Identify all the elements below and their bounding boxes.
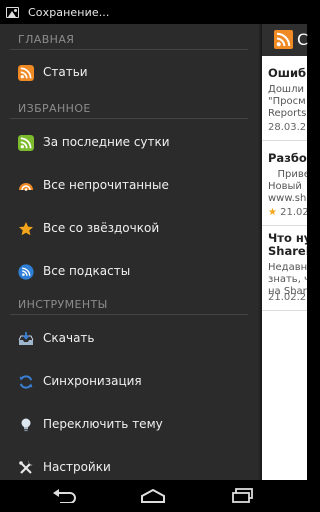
drawer-item-label: Все подкасты	[43, 264, 131, 278]
star-icon: ★	[268, 207, 277, 218]
section-label: ИНСТРУМЕНТЫ	[18, 298, 108, 311]
section-header-main: ГЛАВНАЯ	[0, 28, 248, 50]
feed-item-list: Ошибк Дошли "Просм Reports 28.03.2 Разбо…	[262, 56, 307, 311]
feed-item-date: 21.02	[280, 207, 307, 218]
action-bar-title: С	[297, 30, 309, 49]
rss-icon	[18, 264, 34, 280]
drawer-item-label: Переключить тему	[43, 417, 163, 431]
feed-item-date: 21.02.2	[268, 292, 307, 303]
section-header-tools: ИНСТРУМЕНТЫ	[0, 293, 248, 315]
section-divider	[10, 49, 248, 50]
star-icon	[18, 221, 34, 237]
status-text: Сохранение...	[28, 5, 110, 19]
tools-icon	[18, 460, 34, 476]
drawer-item-unread[interactable]: Все непрочитанные	[0, 166, 248, 206]
drawer-item-articles[interactable]: Статьи	[0, 53, 248, 93]
drawer-item-settings[interactable]: Настройки	[0, 448, 248, 480]
feed-item-date-row: ★ 21.02	[268, 207, 307, 218]
drawer-item-podcasts[interactable]: Все подкасты	[0, 252, 248, 292]
drawer-item-label: Скачать	[43, 331, 95, 345]
drawer-item-label: Все со звёздочкой	[43, 221, 160, 235]
rss-icon	[18, 65, 34, 81]
drawer-item-download[interactable]: Скачать	[0, 319, 248, 359]
sync-icon	[18, 374, 34, 390]
back-icon[interactable]	[50, 485, 80, 507]
lightbulb-icon	[18, 417, 34, 433]
feed-item[interactable]: Что ну ShareP Недавн знать, ч на Shar 21…	[262, 226, 307, 311]
download-icon	[18, 331, 34, 347]
home-icon[interactable]	[138, 485, 168, 507]
feed-item[interactable]: Ошибк Дошли "Просм Reports 28.03.2	[262, 56, 307, 141]
drawer-item-last-day[interactable]: За последние сутки	[0, 123, 248, 163]
drawer-item-switch-theme[interactable]: Переключить тему	[0, 405, 248, 445]
feed-item-snippet: Дошли "Просм Reports	[268, 84, 307, 119]
feed-item-snippet: Приве Новый www.sh	[268, 169, 307, 204]
feed-item-date: 28.03.2	[268, 122, 307, 133]
rss-icon	[18, 135, 34, 151]
drawer-item-starred[interactable]: Все со звёздочкой	[0, 209, 248, 249]
drawer-item-sync[interactable]: Синхронизация	[0, 362, 248, 402]
drawer-item-label: Статьи	[43, 65, 88, 79]
section-divider	[10, 118, 248, 119]
system-nav-bar	[0, 480, 307, 512]
feed-item-title: Ошибк	[268, 66, 307, 80]
image-icon	[6, 6, 19, 18]
section-header-favorites: ИЗБРАННОЕ	[0, 97, 248, 119]
drawer-item-label: Все непрочитанные	[43, 178, 169, 192]
navigation-drawer: ГЛАВНАЯ Статьи ИЗБРАННОЕ За последние су…	[0, 24, 262, 480]
feed-item[interactable]: Разбор Приве Новый www.sh ★ 21.02	[262, 141, 307, 226]
status-bar: Сохранение...	[0, 0, 307, 24]
section-label: ИЗБРАННОЕ	[18, 102, 91, 115]
drawer-item-label: Настройки	[43, 460, 111, 474]
section-divider	[10, 314, 248, 315]
rss-app-icon[interactable]	[274, 30, 293, 49]
feed-item-title: Что ну ShareP	[268, 231, 307, 258]
recents-icon[interactable]	[228, 485, 258, 507]
drawer-item-label: Синхронизация	[43, 374, 142, 388]
section-label: ГЛАВНАЯ	[18, 33, 75, 46]
drawer-item-label: За последние сутки	[43, 135, 170, 149]
unread-icon	[18, 178, 34, 194]
feed-item-title: Разбор	[268, 151, 307, 165]
